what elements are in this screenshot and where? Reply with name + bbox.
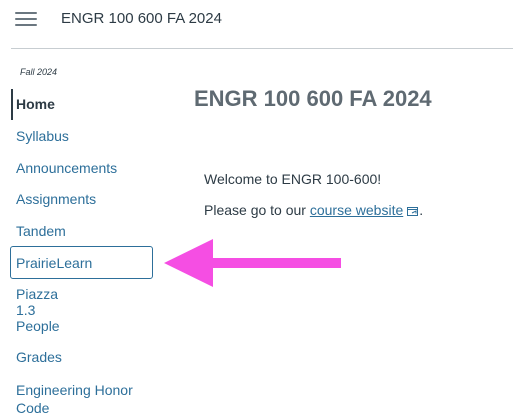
nav-item-piazza[interactable]: Piazza 1.3 bbox=[16, 286, 58, 318]
external-link-icon[interactable] bbox=[407, 203, 419, 219]
nav-item-assignments[interactable]: Assignments bbox=[16, 191, 96, 207]
course-header-title[interactable]: ENGR 100 600 FA 2024 bbox=[61, 10, 222, 27]
nav-item-people[interactable]: People bbox=[16, 318, 60, 334]
goto-suffix: . bbox=[419, 202, 424, 218]
goto-prefix: Please go to our bbox=[204, 202, 310, 218]
nav-item-prairielearn[interactable]: PrairieLearn bbox=[16, 255, 92, 271]
arrow-left-icon bbox=[164, 239, 341, 287]
welcome-text: Welcome to ENGR 100-600! bbox=[204, 171, 382, 187]
nav-item-honor-code[interactable]: Engineering Honor Code bbox=[16, 381, 146, 417]
hamburger-icon[interactable] bbox=[15, 12, 37, 28]
header-divider bbox=[11, 48, 513, 49]
term-label: Fall 2024 bbox=[20, 67, 58, 77]
nav-item-grades[interactable]: Grades bbox=[16, 349, 62, 365]
course-website-paragraph: Please go to our course website. bbox=[204, 202, 423, 219]
page-title: ENGR 100 600 FA 2024 bbox=[194, 86, 432, 111]
nav-item-home[interactable]: Home bbox=[16, 96, 55, 112]
nav-item-tandem[interactable]: Tandem bbox=[16, 223, 66, 239]
nav-item-announcements[interactable]: Announcements bbox=[16, 160, 117, 176]
active-indicator bbox=[11, 89, 13, 120]
nav-item-syllabus[interactable]: Syllabus bbox=[16, 128, 69, 144]
course-website-link[interactable]: course website bbox=[310, 202, 403, 218]
